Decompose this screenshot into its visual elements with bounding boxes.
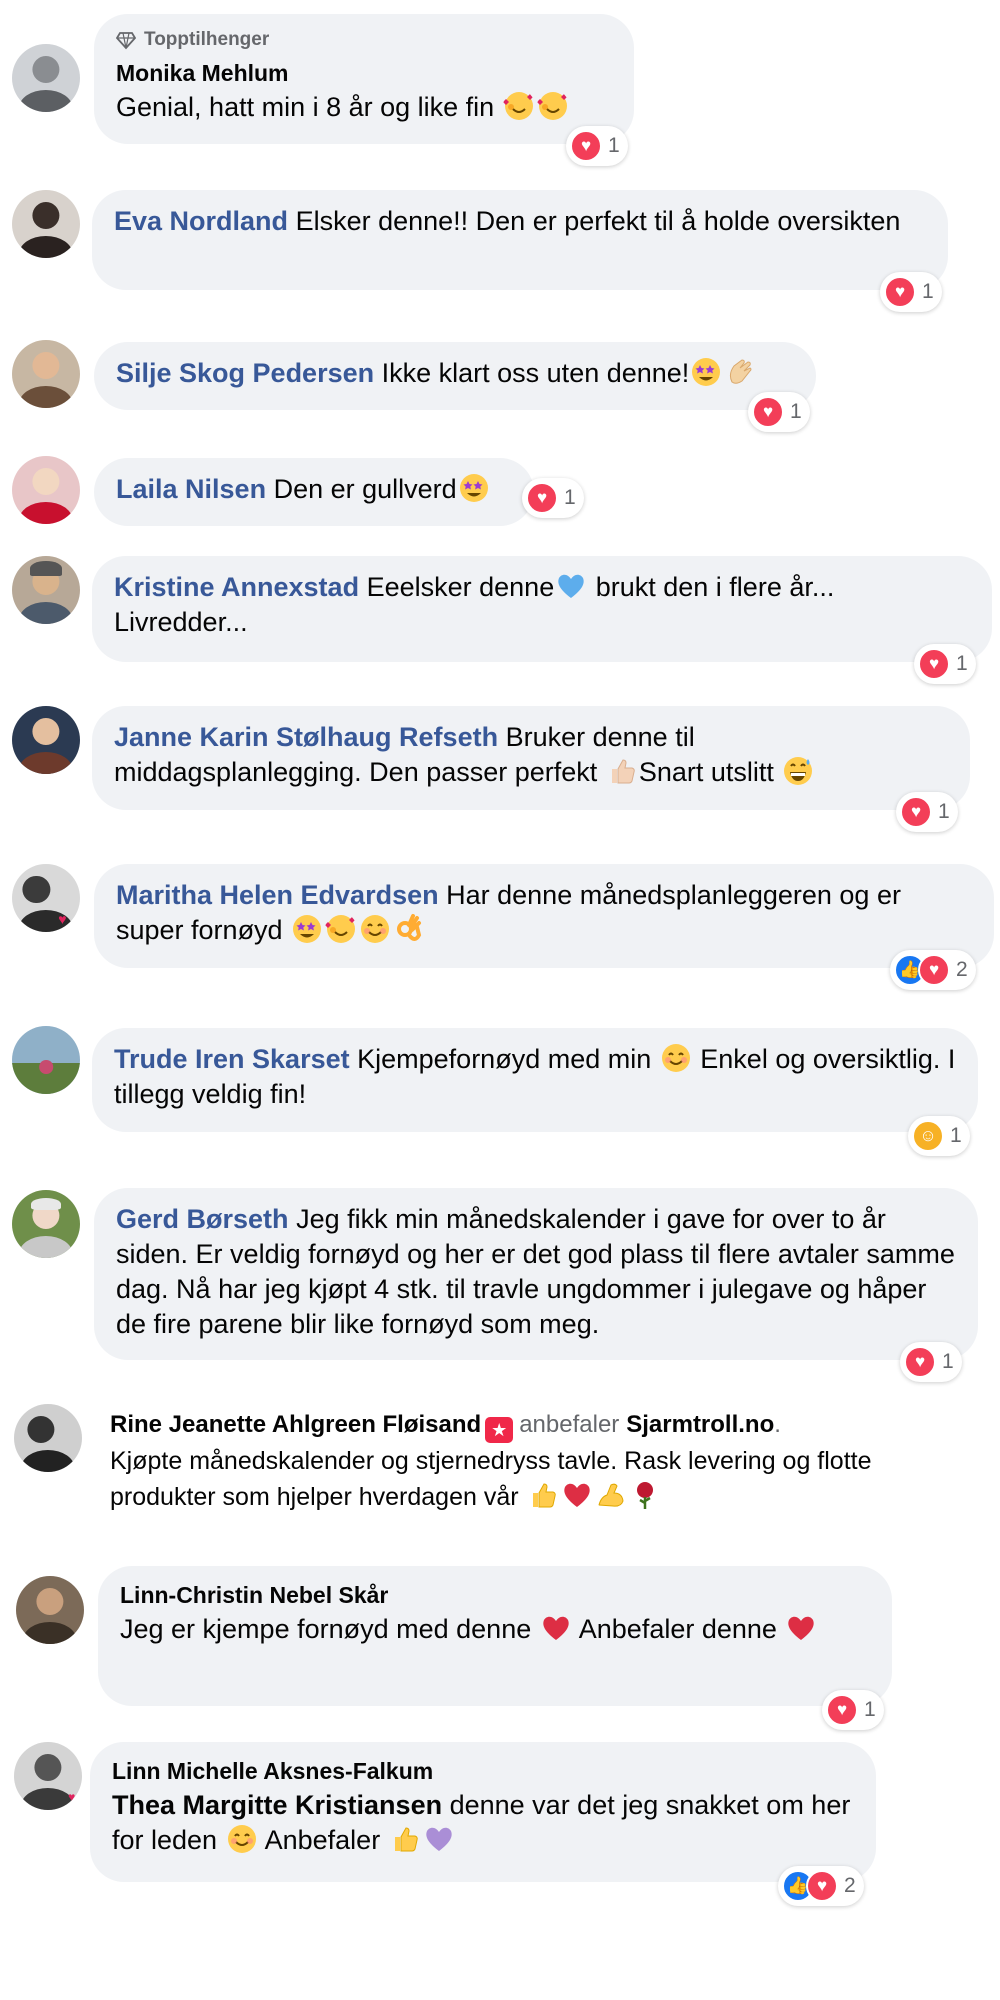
smiling-face-hearts-icon [536,92,567,120]
comment-bubble: Topptilhenger Monika Mehlum Genial, hatt… [94,14,634,144]
comment-text: Elsker denne!! Den er perfekt til å hold… [295,206,901,236]
comment-author[interactable]: Kristine Annexstad [114,572,359,602]
comment-text: Eeelsker denne [366,572,555,602]
comment-author[interactable]: Monika Mehlum [116,58,612,88]
comment-text: Snart utslitt [638,757,774,787]
comment-author[interactable]: Gerd Børseth [116,1204,289,1234]
comment-text: Kjøpte månedskalender og stjernedryss ta… [110,1447,872,1511]
comment-bubble: Linn-Christin Nebel Skår Jeg er kjempe f… [98,1566,892,1706]
blue-heart-icon [558,574,584,598]
smiling-face-icon [661,1044,690,1072]
love-reaction-icon: ♥ [826,1694,858,1726]
avatar[interactable] [12,44,80,112]
star-struck-icon [692,358,721,386]
recommendation-post: Rine Jeanette Ahlgreen Fløisand ★ anbefale… [110,1411,872,1511]
tagged-user[interactable]: Thea Margitte Kristiansen [112,1790,442,1820]
comment-bubble: Trude Iren Skarset Kjempefornøyd med min… [92,1028,978,1132]
recommendation-flag-icon: ★ [485,1417,514,1443]
comment-bubble: Maritha Helen Edvardsen Har denne måneds… [94,864,994,968]
love-reaction-icon: ♥ [806,1870,838,1902]
thumbs-up-icon [394,1827,418,1852]
comment-bubble: Silje Skog Pedersen Ikke klart oss uten … [94,342,816,410]
care-reaction-icon: ☺ [912,1120,944,1152]
reaction-summary[interactable]: ♥ 1 [748,392,810,432]
smiling-face-icon [227,1825,256,1853]
comment-bubble: Linn Michelle Aksnes-Falkum Thea Margitt… [90,1742,876,1882]
star-struck-icon [459,474,488,502]
flexed-biceps-icon [597,1483,624,1507]
comment-text: Kjempefornøyd med min [357,1044,652,1074]
comment-bubble: Laila Nilsen Den er gullverd [94,458,534,526]
reaction-summary[interactable]: ♥ 1 [914,644,976,684]
comment-text: Ikke klart oss uten denne! [381,358,690,388]
comment-author[interactable]: Trude Iren Skarset [114,1044,350,1074]
avatar[interactable] [12,1190,80,1258]
recommends-label: anbefaler [519,1411,620,1438]
reaction-summary[interactable]: ♥ 1 [822,1690,884,1730]
grinning-sweat-icon [784,757,813,785]
avatar[interactable] [12,190,80,258]
reaction-summary[interactable]: ☺ 1 [908,1116,970,1156]
red-heart-icon [788,1616,815,1640]
comment-text: Den er gullverd [273,474,457,504]
love-reaction-icon: ♥ [752,396,784,428]
comment-text: Anbefaler [264,1825,381,1855]
red-heart-icon [543,1616,569,1640]
comment-bubble: Kristine Annexstad Eeelsker denne brukt … [92,556,992,662]
comment-author[interactable]: Linn-Christin Nebel Skår [120,1580,870,1610]
comment-bubble: Gerd Børseth Jeg fikk min månedskalender… [94,1188,978,1360]
comment-author[interactable]: Rine Jeanette Ahlgreen Fløisand [110,1411,481,1438]
ok-hand-icon [397,914,422,941]
love-reaction-icon: ♥ [884,276,916,308]
comment-bubble: Janne Karin Stølhaug Refseth Bruker denn… [92,706,970,810]
purple-heart-icon [426,1827,452,1851]
comment-author[interactable]: Linn Michelle Aksnes-Falkum [112,1756,854,1786]
love-reaction-icon: ♥ [900,796,932,828]
love-reaction-icon: ♥ [904,1346,936,1378]
reaction-summary[interactable]: ♥ 1 [880,272,942,312]
comment-author[interactable]: Eva Nordland [114,206,288,236]
reaction-summary[interactable]: 👍 ♥ 2 [778,1866,864,1906]
smiling-face-hearts-icon [502,92,533,120]
avatar[interactable] [12,340,80,408]
avatar[interactable] [12,456,80,524]
avatar[interactable]: ♥ [12,864,80,932]
diamond-icon [116,32,136,50]
smiling-face-hearts-icon [325,915,356,943]
avatar[interactable] [16,1576,84,1644]
love-reaction-icon: ♥ [918,648,950,680]
reaction-summary[interactable]: ♥ 1 [900,1342,962,1382]
comment-author[interactable]: Maritha Helen Edvardsen [116,880,439,910]
thumbs-up-light-icon [611,759,635,784]
comment-author[interactable]: Janne Karin Stølhaug Refseth [114,722,498,752]
comment-text: Anbefaler denne [578,1614,777,1644]
comment-text: Genial, hatt min i 8 år og like fin [116,92,495,122]
comment-author[interactable]: Silje Skog Pedersen [116,358,374,388]
love-reaction-icon: ♥ [918,954,950,986]
reaction-summary[interactable]: ♥ 1 [566,126,628,166]
comment-text: Jeg er kjempe fornøyd med denne [120,1614,532,1644]
red-heart-icon [563,1483,590,1507]
smiling-face-icon [361,915,390,943]
comment-bubble: Eva Nordland Elsker denne!! Den er perfe… [92,190,948,290]
page-link[interactable]: Sjarmtroll.no [626,1411,774,1438]
comment-author[interactable]: Laila Nilsen [116,474,266,504]
avatar[interactable] [12,706,80,774]
love-reaction-icon: ♥ [570,130,602,162]
avatar[interactable] [14,1404,82,1472]
avatar[interactable] [12,1026,80,1094]
top-fan-badge[interactable]: Topptilhenger [116,28,612,52]
avatar[interactable]: ♥ [14,1742,82,1810]
clapping-hands-icon [730,359,752,384]
reaction-summary[interactable]: ♥ 1 [896,792,958,832]
avatar[interactable] [12,556,80,624]
love-reaction-icon: ♥ [526,482,558,514]
reaction-summary[interactable]: ♥ 1 [522,478,584,518]
rose-icon [636,1482,653,1509]
thumbs-up-icon [532,1483,556,1508]
star-struck-icon [293,915,322,943]
reaction-summary[interactable]: 👍 ♥ 2 [890,950,976,990]
